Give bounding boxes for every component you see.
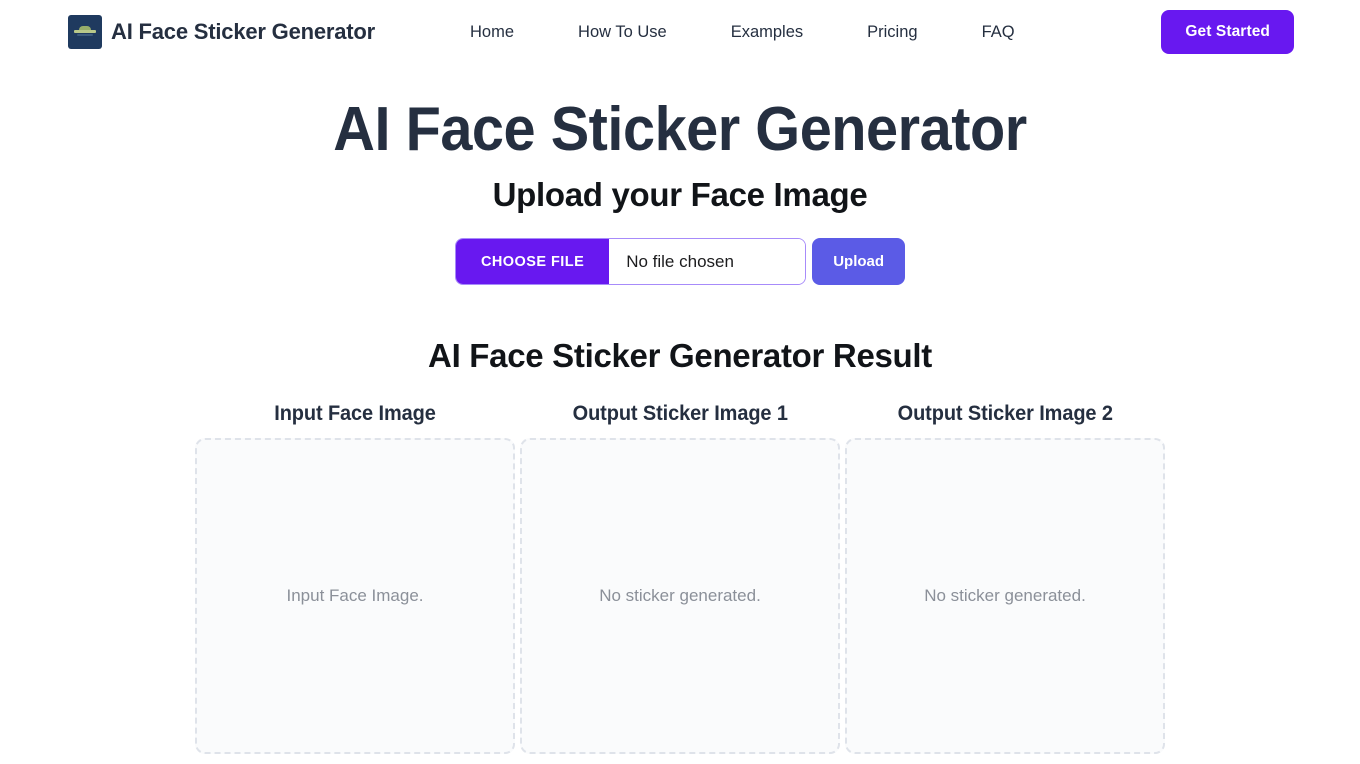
page-title: AI Face Sticker Generator — [333, 95, 1027, 164]
result-column-title: Input Face Image — [274, 402, 436, 426]
results-grid: Input Face Image Input Face Image. Outpu… — [195, 402, 1165, 755]
input-image-dropzone[interactable]: Input Face Image. — [195, 438, 515, 755]
nav-link-home[interactable]: Home — [470, 17, 514, 48]
brand-logo-link[interactable]: AI Face Sticker Generator — [68, 15, 375, 49]
get-started-button[interactable]: Get Started — [1161, 10, 1294, 54]
output-sticker-1-box[interactable]: No sticker generated. — [520, 438, 840, 755]
upload-button[interactable]: Upload — [812, 238, 906, 286]
output-sticker-2-box[interactable]: No sticker generated. — [845, 438, 1165, 755]
nav-link-how-to-use[interactable]: How To Use — [578, 17, 667, 48]
results-heading: AI Face Sticker Generator Result — [428, 337, 932, 375]
result-column-output-1: Output Sticker Image 1 No sticker genera… — [520, 402, 840, 755]
output-sticker-2-placeholder-text: No sticker generated. — [924, 586, 1086, 606]
input-image-placeholder-text: Input Face Image. — [286, 586, 424, 606]
result-column-title: Output Sticker Image 2 — [897, 402, 1113, 426]
main-nav: Home How To Use Examples Pricing FAQ — [470, 17, 1015, 48]
result-column-title: Output Sticker Image 1 — [572, 402, 788, 426]
brand-name: AI Face Sticker Generator — [111, 19, 376, 44]
site-header: AI Face Sticker Generator Home How To Us… — [0, 0, 1360, 64]
result-column-input: Input Face Image Input Face Image. — [195, 402, 515, 755]
results-section: AI Face Sticker Generator Result Input F… — [0, 337, 1360, 755]
sticker-logo-icon — [68, 15, 102, 49]
file-input-group[interactable]: CHOOSE FILE No file chosen — [454, 238, 807, 286]
nav-link-faq[interactable]: FAQ — [982, 17, 1015, 48]
output-sticker-1-placeholder-text: No sticker generated. — [599, 586, 761, 606]
choose-file-button[interactable]: CHOOSE FILE — [455, 239, 610, 285]
nav-link-pricing[interactable]: Pricing — [867, 17, 917, 48]
upload-section-heading: Upload your Face Image — [492, 176, 868, 214]
result-column-output-2: Output Sticker Image 2 No sticker genera… — [845, 402, 1165, 755]
file-name-display: No file chosen — [609, 239, 806, 285]
hero-section: AI Face Sticker Generator Upload your Fa… — [0, 64, 1360, 286]
upload-controls: CHOOSE FILE No file chosen Upload — [0, 238, 1360, 286]
nav-link-examples[interactable]: Examples — [731, 17, 803, 48]
